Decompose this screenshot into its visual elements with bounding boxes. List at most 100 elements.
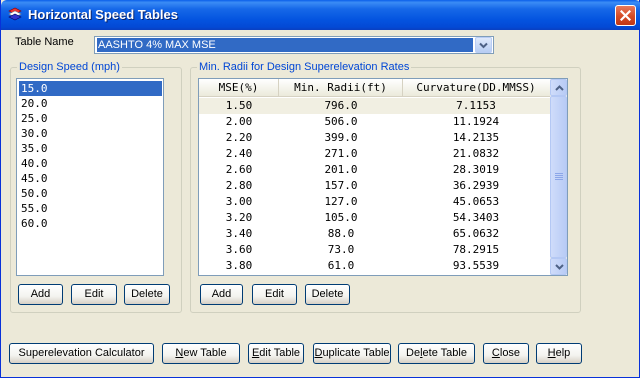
cell-curvature: 54.3403 [452, 211, 500, 224]
delete-table-label-pre: De [406, 347, 421, 359]
cell-curvature: 11.1924 [452, 115, 500, 128]
table-row[interactable]: 2.40 271.0 21.0832 [199, 146, 550, 162]
cell-mse: 2.60 [225, 163, 253, 176]
cell-min-radii: 127.0 [324, 195, 358, 208]
help-label: elp [555, 347, 571, 359]
edit-table-button[interactable]: Edit Table [248, 343, 304, 364]
speed-edit-button[interactable]: Edit [71, 284, 117, 305]
scroll-thumb[interactable] [550, 96, 567, 258]
new-table-label: ew Table [183, 347, 227, 359]
cell-mse: 2.20 [225, 131, 253, 144]
table-header: MSE(%) Min. Radii(ft) Curvature(DD.MMSS) [199, 79, 550, 97]
table-row[interactable]: 3.40 88.0 65.0632 [199, 226, 550, 242]
horizontal-speed-tables-dialog: Horizontal Speed Tables Table Name AASHT… [0, 0, 640, 378]
cell-min-radii: 201.0 [324, 163, 358, 176]
table-name-dropdown-button[interactable] [475, 37, 492, 53]
design-speed-item[interactable]: 20.0 [19, 96, 162, 111]
design-speed-item[interactable]: 40.0 [19, 156, 162, 171]
radii-add-button[interactable]: Add [200, 284, 243, 305]
delete-table-label: ete Table [422, 347, 467, 359]
close-mnemonic: C [491, 347, 500, 359]
design-speed-title: Design Speed (mph) [17, 61, 122, 73]
duplicate-table-label: uplicate Table [322, 347, 390, 359]
duplicate-table-button[interactable]: Duplicate Table [313, 343, 391, 364]
radii-edit-button[interactable]: Edit [252, 284, 297, 305]
cell-curvature: 21.0832 [452, 147, 500, 160]
cell-curvature: 45.0653 [452, 195, 500, 208]
cell-curvature: 65.0632 [452, 227, 500, 240]
cell-mse: 3.40 [225, 227, 253, 240]
table-row[interactable]: 3.20 105.0 54.3403 [199, 210, 550, 226]
min-radii-title: Min. Radii for Design Superelevation Rat… [197, 61, 412, 73]
scroll-down-button[interactable] [550, 258, 567, 275]
cell-mse: 3.20 [225, 211, 253, 224]
cell-curvature: 28.3019 [452, 163, 500, 176]
cell-curvature: 36.2939 [452, 179, 500, 192]
close-window-button[interactable] [615, 5, 636, 26]
delete-table-button[interactable]: Delete Table [398, 343, 475, 364]
new-table-button[interactable]: New Table [162, 343, 240, 364]
cell-mse: 1.50 [225, 99, 253, 112]
design-speed-item[interactable]: 50.0 [19, 186, 162, 201]
cell-min-radii: 105.0 [324, 211, 358, 224]
grip-icon [555, 173, 563, 180]
scroll-up-icon [555, 85, 564, 91]
cell-min-radii: 73.0 [327, 243, 355, 256]
scroll-down-icon [555, 264, 564, 270]
design-speed-item[interactable]: 15.0 [19, 81, 162, 96]
edit-table-label: dit Table [259, 347, 301, 359]
design-speed-list[interactable]: 15.0 20.0 25.0 30.0 35.0 40.0 45.0 50.0 55.0 60.0 [16, 78, 164, 276]
cell-curvature: 78.2915 [452, 243, 500, 256]
table-name-value: AASHTO 4% MAX MSE [97, 38, 473, 52]
cell-mse: 2.80 [225, 179, 253, 192]
table-name-select[interactable]: AASHTO 4% MAX MSE [94, 36, 494, 54]
close-icon [620, 10, 631, 21]
cell-min-radii: 796.0 [324, 99, 358, 112]
table-row[interactable]: 3.00 127.0 45.0653 [199, 194, 550, 210]
design-speed-item[interactable]: 60.0 [19, 216, 162, 231]
table-scrollbar[interactable] [550, 79, 567, 275]
help-button[interactable]: Help [536, 343, 582, 364]
column-header-min-radii[interactable]: Min. Radii(ft) [279, 79, 403, 97]
speed-add-button[interactable]: Add [18, 284, 63, 305]
column-header-mse[interactable]: MSE(%) [199, 79, 279, 97]
table-row[interactable]: 3.80 61.0 93.5539 [199, 258, 550, 274]
close-label: lose [499, 347, 521, 359]
cell-min-radii: 61.0 [327, 259, 355, 272]
table-row[interactable]: 1.50 796.0 7.1153 [199, 98, 550, 114]
app-icon [7, 7, 23, 23]
cell-curvature: 14.2135 [452, 131, 500, 144]
scroll-up-button[interactable] [550, 79, 567, 96]
close-button[interactable]: Close [483, 343, 529, 364]
radii-delete-button[interactable]: Delete [305, 284, 350, 305]
table-row[interactable]: 2.20 399.0 14.2135 [199, 130, 550, 146]
cell-mse: 3.60 [225, 243, 253, 256]
title-bar[interactable]: Horizontal Speed Tables [1, 0, 640, 30]
design-speed-item[interactable]: 35.0 [19, 141, 162, 156]
column-header-curvature[interactable]: Curvature(DD.MMSS) [403, 79, 549, 97]
table-row[interactable]: 2.80 157.0 36.2939 [199, 178, 550, 194]
cell-mse: 2.00 [225, 115, 253, 128]
cell-min-radii: 506.0 [324, 115, 358, 128]
design-speed-item[interactable]: 55.0 [19, 201, 162, 216]
superelevation-rates-table[interactable]: MSE(%) Min. Radii(ft) Curvature(DD.MMSS)… [198, 78, 568, 276]
table-row[interactable]: 2.60 201.0 28.3019 [199, 162, 550, 178]
cell-curvature: 93.5539 [452, 259, 500, 272]
window-title: Horizontal Speed Tables [28, 7, 179, 22]
help-mnemonic: H [547, 347, 556, 359]
table-name-label: Table Name [15, 36, 74, 48]
design-speed-item[interactable]: 45.0 [19, 171, 162, 186]
superelevation-calculator-button[interactable]: Superelevation Calculator [9, 343, 154, 364]
design-speed-item[interactable]: 25.0 [19, 111, 162, 126]
chevron-down-icon [479, 42, 488, 49]
speed-delete-button[interactable]: Delete [124, 284, 170, 305]
cell-mse: 3.00 [225, 195, 253, 208]
cell-min-radii: 88.0 [327, 227, 355, 240]
cell-min-radii: 399.0 [324, 131, 358, 144]
table-row[interactable]: 3.60 73.0 78.2915 [199, 242, 550, 258]
design-speed-item[interactable]: 30.0 [19, 126, 162, 141]
cell-min-radii: 271.0 [324, 147, 358, 160]
cell-curvature: 7.1153 [456, 99, 496, 112]
cell-mse: 3.80 [225, 259, 253, 272]
table-row[interactable]: 2.00 506.0 11.1924 [199, 114, 550, 130]
